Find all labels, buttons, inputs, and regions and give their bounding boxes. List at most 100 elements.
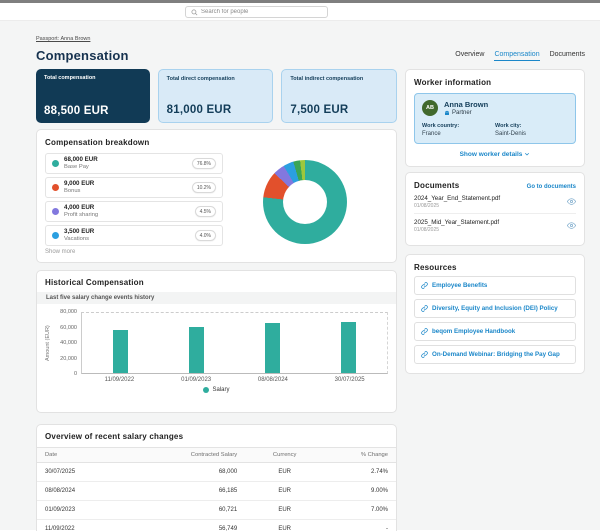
table-title: Overview of recent salary changes <box>45 432 184 441</box>
view-document-button[interactable] <box>567 197 576 206</box>
page-tabs: Overview Compensation Documents <box>455 51 585 63</box>
summary-cards: Total compensation 88,500 EUR Total dire… <box>36 69 398 123</box>
salary-changes-table: Date Contracted Salary Currency % Change… <box>37 447 396 531</box>
col-contracted-salary: Contracted Salary <box>190 452 238 458</box>
worker-name: Anna Brown <box>444 100 489 109</box>
tab-documents[interactable]: Documents <box>550 51 585 61</box>
show-worker-details-link[interactable]: Show worker details <box>414 151 576 158</box>
breadcrumb[interactable]: Passport: Anna Brown <box>36 36 90 42</box>
donut-hole <box>283 180 327 224</box>
worker-card: AB Anna Brown Partner Work country: Fran… <box>414 93 576 144</box>
chart-legend[interactable]: Salary <box>45 387 388 393</box>
resources-panel: Resources Employee Benefits Diversity, E… <box>405 253 585 374</box>
work-city-value: Saint-Denis <box>495 130 527 137</box>
tab-compensation[interactable]: Compensation <box>494 51 540 61</box>
total-indirect-compensation-card: Total indirect compensation 7,500 EUR <box>281 69 398 123</box>
card-value: 81,000 EUR <box>166 104 232 116</box>
tab-overview[interactable]: Overview <box>455 51 484 61</box>
work-city-label: Work city: <box>495 123 522 129</box>
salary-bar[interactable] <box>265 323 281 373</box>
item-percent-badge: 76.8% <box>191 158 216 169</box>
worker-info-title: Worker information <box>414 78 492 87</box>
document-name: 2025_Mid_Year_Statement.pdf <box>414 218 500 226</box>
app-header <box>0 3 600 21</box>
document-date: 01/08/2025 <box>414 202 440 209</box>
col-date: Date <box>45 452 58 458</box>
link-icon <box>421 327 428 335</box>
view-document-button[interactable] <box>567 221 576 230</box>
table-row: 01/09/2023 60,721 EUR 7.00% <box>37 500 396 520</box>
salary-bar-chart: Amount (EUR) 80,000 60,000 40,000 20,000 0 <box>45 309 388 377</box>
link-icon <box>421 304 428 312</box>
table-row: 30/07/2025 68,000 EUR 2.74% <box>37 462 396 482</box>
resource-link-employee-benefits[interactable]: Employee Benefits <box>414 275 576 295</box>
chart-plot-area <box>81 312 388 374</box>
chevron-down-icon <box>525 152 530 156</box>
profit-sharing-dot <box>52 208 59 215</box>
resource-link-webinar[interactable]: On-Demand Webinar: Bridging the Pay Gap <box>414 344 576 364</box>
x-axis-labels: 11/09/2022 01/09/2023 08/08/2024 30/07/2… <box>81 377 388 383</box>
total-direct-compensation-card: Total direct compensation 81,000 EUR <box>157 69 274 123</box>
x-tick-label: 11/09/2022 <box>104 377 135 383</box>
legend-item-base-pay[interactable]: 68,000 EUR Base Pay 76.8% <box>45 153 223 174</box>
legend-item-profit-sharing[interactable]: 4,000 EUR Profit sharing 4.5% <box>45 201 223 222</box>
table-header-row: Date Contracted Salary Currency % Change <box>37 447 396 463</box>
legend-item-vacations[interactable]: 3,500 EUR Vacations 4.0% <box>45 225 223 246</box>
show-more-link[interactable]: Show more <box>45 249 388 255</box>
item-percent-badge: 4.0% <box>194 230 216 241</box>
page-title: Compensation <box>36 48 129 63</box>
briefcase-icon <box>445 110 449 115</box>
y-tick-label: 60,000 <box>60 324 77 331</box>
people-search[interactable] <box>185 6 328 18</box>
card-label: Total direct compensation <box>166 76 235 82</box>
chart-subtitle: Last five salary change events history <box>37 292 396 304</box>
legend-item-bonus[interactable]: 9,000 EUR Bonus 10.2% <box>45 177 223 198</box>
item-label: Base Pay <box>64 163 89 170</box>
legend-label: Salary <box>212 387 230 393</box>
documents-panel: Documents Go to documents 2024_Year_End_… <box>405 171 585 246</box>
item-label: Vacations <box>64 235 90 242</box>
table-row: 08/08/2024 66,185 EUR 9.00% <box>37 481 396 501</box>
page-body: Passport: Anna Brown Compensation Overvi… <box>0 21 600 531</box>
item-amount: 3,500 EUR <box>64 228 95 236</box>
card-label: Total indirect compensation <box>290 76 364 82</box>
resource-link-dei-policy[interactable]: Diversity, Equity and Inclusion (DEI) Po… <box>414 298 576 318</box>
y-axis-title: Amount (EUR) <box>45 325 51 361</box>
y-tick-label: 0 <box>73 371 77 377</box>
item-percent-badge: 10.2% <box>191 182 216 193</box>
item-label: Profit sharing <box>64 211 99 218</box>
go-to-documents-link[interactable]: Go to documents <box>527 184 576 190</box>
search-input[interactable] <box>201 9 322 15</box>
base-pay-dot <box>52 160 59 167</box>
link-icon <box>421 281 428 289</box>
salary-changes-panel: Overview of recent salary changes Date C… <box>36 424 397 531</box>
document-row[interactable]: 2024_Year_End_Statement.pdf 01/08/2025 <box>414 190 576 214</box>
item-amount: 9,000 EUR <box>64 180 95 188</box>
historical-title: Historical Compensation <box>45 278 144 287</box>
card-value: 88,500 EUR <box>44 105 109 117</box>
eye-icon <box>567 222 576 229</box>
salary-bar[interactable] <box>341 322 357 373</box>
item-percent-badge: 4.5% <box>194 206 216 217</box>
work-country-label: Work country: <box>422 123 460 129</box>
item-label: Bonus <box>64 187 81 194</box>
worker-role: Partner <box>452 110 472 116</box>
document-row[interactable]: 2025_Mid_Year_Statement.pdf 01/08/2025 <box>414 214 576 237</box>
compensation-breakdown-panel: Compensation breakdown 68,000 EUR Base P… <box>36 129 397 263</box>
bonus-dot <box>52 184 59 191</box>
y-tick-label: 40,000 <box>60 340 77 346</box>
avatar: AB <box>422 100 438 116</box>
resource-link-employee-handbook[interactable]: beqom Employee Handbook <box>414 321 576 341</box>
link-icon <box>421 350 428 358</box>
salary-bar[interactable] <box>188 327 204 373</box>
document-date: 01/08/2025 <box>414 226 440 233</box>
breakdown-legend: 68,000 EUR Base Pay 76.8% 9,000 EUR Bonu… <box>45 153 223 246</box>
card-label: Total compensation <box>44 75 96 81</box>
col-currency: Currency <box>272 452 297 458</box>
document-name: 2024_Year_End_Statement.pdf <box>414 194 501 202</box>
legend-dot <box>203 387 210 393</box>
salary-bar[interactable] <box>112 330 128 373</box>
item-amount: 68,000 EUR <box>64 156 98 164</box>
documents-title: Documents <box>414 180 460 190</box>
historical-compensation-panel: Historical Compensation Last five salary… <box>36 270 397 413</box>
